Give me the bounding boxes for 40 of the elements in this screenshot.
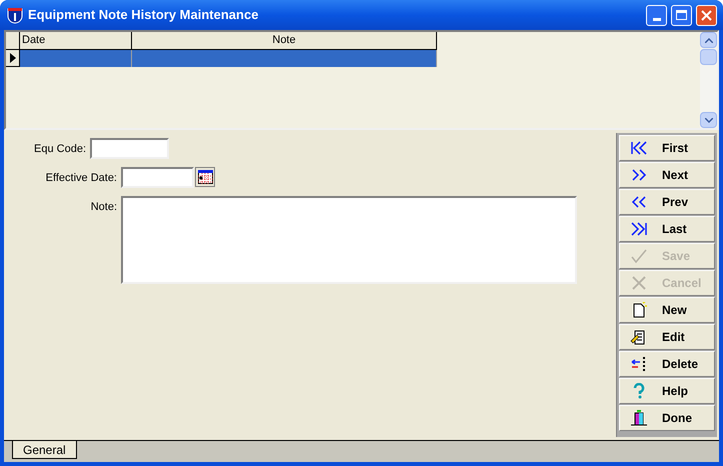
maximize-button[interactable]: [671, 4, 692, 26]
tab[interactable]: General: [12, 441, 77, 459]
scrollbar[interactable]: [700, 32, 717, 128]
input-field[interactable]: [90, 138, 169, 159]
field-label: Note:: [90, 200, 118, 215]
note-field[interactable]: [121, 196, 577, 284]
double-left-icon: [630, 194, 648, 210]
toolbar-button[interactable]: First: [619, 135, 715, 161]
minimize-button[interactable]: [646, 4, 667, 26]
field-label: Effective Date:: [44, 171, 118, 186]
column-header[interactable]: Note: [132, 32, 437, 50]
cross-icon: [630, 275, 648, 291]
double-right-bar-icon: [630, 221, 648, 237]
delete-arrow-icon: [630, 356, 648, 372]
shield-icon: [6, 6, 24, 24]
column-header[interactable]: Date: [20, 32, 132, 50]
table-cell[interactable]: [20, 50, 132, 67]
table-cell[interactable]: [132, 50, 437, 67]
checkmark-icon: [630, 248, 648, 264]
exit-door-icon: [630, 410, 648, 426]
toolbar-button[interactable]: Last: [619, 216, 715, 242]
toolbar-button[interactable]: Edit: [619, 324, 715, 350]
toolbar-button[interactable]: Delete: [619, 351, 715, 377]
toolbar-button[interactable]: Done: [619, 405, 715, 431]
date-field[interactable]: [121, 167, 194, 188]
close-button[interactable]: [696, 4, 717, 26]
calendar-button[interactable]: [195, 167, 215, 187]
toolbar-button[interactable]: Help: [619, 378, 715, 404]
close-icon: [701, 10, 712, 20]
window-title: Equipment Note History Maintenance: [28, 6, 260, 24]
toolbar-button[interactable]: Prev: [619, 189, 715, 215]
calendar-icon: [198, 170, 212, 184]
toolbar-button[interactable]: New: [619, 297, 715, 323]
field-label: Equ Code:: [33, 142, 87, 157]
scroll-down-icon[interactable]: [704, 118, 712, 122]
double-left-bar-icon: [630, 140, 648, 156]
toolbar-button[interactable]: Next: [619, 162, 715, 188]
scroll-up-icon[interactable]: [704, 38, 712, 42]
double-right-icon: [630, 167, 648, 183]
scroll-thumb[interactable]: [700, 49, 717, 65]
